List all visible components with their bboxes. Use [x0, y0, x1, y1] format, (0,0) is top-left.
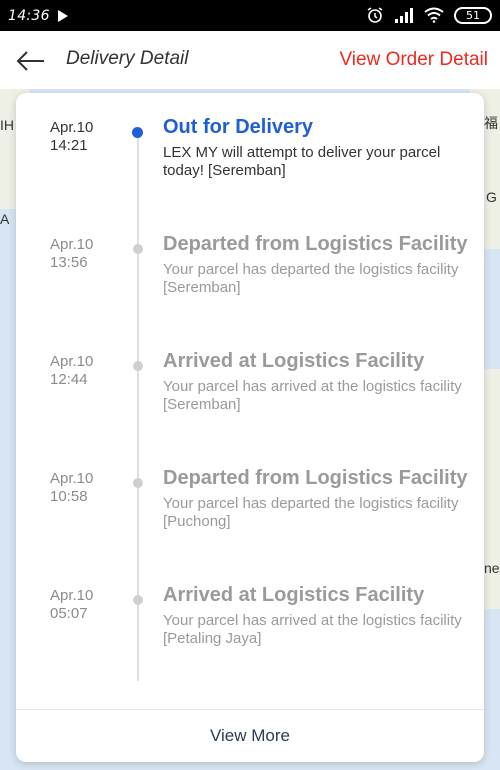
event-location: Seremban — [167, 279, 237, 296]
event-datetime: Apr.10 13:56 — [50, 236, 93, 272]
timeline-event: Apr.10 14:21 Out for Delivery LEX MY wil… — [16, 116, 484, 219]
event-desc-text: Your parcel has departed the logistics f… — [163, 495, 459, 512]
event-time: 10:58 — [50, 488, 88, 505]
card-footer: View More — [16, 709, 484, 762]
event-desc-text: Your parcel has arrived at the logistics… — [163, 612, 462, 629]
timeline-event: Apr.10 10:58 Departed from Logistics Fac… — [16, 467, 484, 570]
status-icons: 51 — [366, 6, 492, 24]
wifi-icon — [424, 7, 444, 23]
app-header: Delivery Detail View Order Detail — [0, 31, 500, 89]
battery-icon: 51 — [454, 6, 492, 24]
signal-icon — [395, 8, 413, 23]
map-label: ne — [484, 560, 500, 576]
event-status: Arrived at Logistics Facility — [163, 584, 425, 606]
event-description: Your parcel has departed the logistics f… — [163, 495, 459, 530]
timeline-dot-active — [132, 127, 143, 138]
event-time: 12:44 — [50, 371, 88, 388]
event-description: Your parcel has arrived at the logistics… — [163, 612, 462, 647]
map-label: IH — [0, 117, 14, 133]
status-time: 14:36 — [8, 7, 50, 24]
view-order-detail-link[interactable]: View Order Detail — [339, 49, 488, 71]
event-datetime: Apr.10 14:21 — [50, 119, 93, 155]
event-datetime: Apr.10 12:44 — [50, 353, 93, 389]
alarm-icon — [367, 7, 383, 23]
timeline-dot — [133, 361, 143, 371]
event-status: Departed from Logistics Facility — [163, 233, 468, 255]
event-desc-text: Your parcel has arrived at the logistics… — [163, 378, 462, 395]
event-desc-text: LEX MY will attempt to deliver your parc… — [163, 144, 441, 179]
event-date: Apr.10 — [50, 470, 94, 487]
event-date: Apr.10 — [50, 587, 94, 604]
event-date: Apr.10 — [50, 353, 94, 370]
event-status: Arrived at Logistics Facility — [163, 350, 425, 372]
map-label: A — [0, 211, 10, 227]
timeline-dot — [133, 595, 143, 605]
event-datetime: Apr.10 10:58 — [50, 470, 93, 506]
event-description: Your parcel has arrived at the logistics… — [163, 378, 462, 413]
event-time: 14:21 — [50, 137, 88, 154]
event-description: Your parcel has departed the logistics f… — [163, 261, 459, 296]
event-location: Seremban — [167, 396, 237, 413]
event-description: LEX MY will attempt to deliver your parc… — [163, 144, 441, 179]
map-label: 福 — [484, 115, 498, 131]
event-time: 13:56 — [50, 254, 88, 271]
status-bar: 14:36 51 — [0, 0, 500, 31]
timeline-event: Apr.10 13:56 Departed from Logistics Fac… — [16, 233, 484, 336]
delivery-timeline-card: Apr.10 14:21 Out for Delivery LEX MY wil… — [16, 93, 484, 762]
timeline-dot — [133, 478, 143, 488]
timeline-dot — [133, 244, 143, 254]
play-icon — [57, 9, 68, 22]
event-location: Seremban — [212, 162, 282, 179]
event-location: Puchong — [167, 513, 227, 530]
timeline-event: Apr.10 05:07 Arrived at Logistics Facili… — [16, 584, 484, 687]
event-date: Apr.10 — [50, 236, 94, 253]
event-status: Departed from Logistics Facility — [163, 467, 468, 489]
event-location: Petaling Jaya — [167, 630, 258, 647]
event-time: 05:07 — [50, 605, 88, 622]
event-datetime: Apr.10 05:07 — [50, 587, 93, 623]
view-more-button[interactable]: View More — [210, 726, 290, 746]
map-label: G — [486, 189, 497, 205]
page-title: Delivery Detail — [66, 48, 189, 69]
event-date: Apr.10 — [50, 119, 94, 136]
timeline-event: Apr.10 12:44 Arrived at Logistics Facili… — [16, 350, 484, 453]
back-arrow-icon[interactable] — [14, 49, 46, 73]
event-status: Out for Delivery — [163, 116, 314, 138]
event-desc-text: Your parcel has departed the logistics f… — [163, 261, 459, 278]
